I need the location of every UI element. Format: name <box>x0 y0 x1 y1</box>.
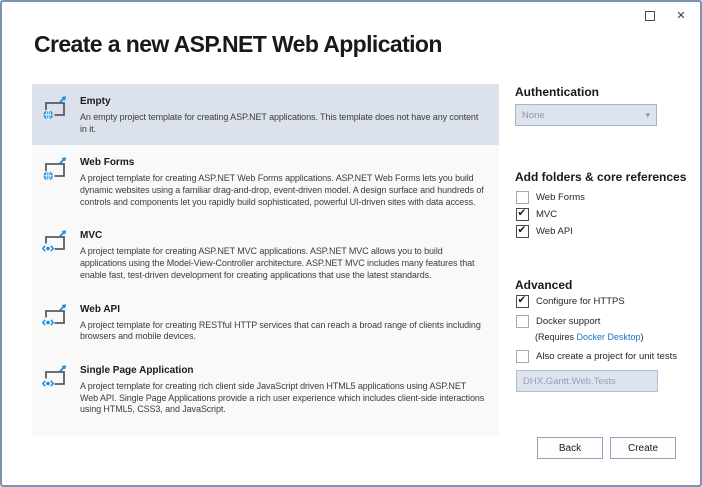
note-text: ) <box>641 332 644 342</box>
web-app-code-icon <box>42 230 68 256</box>
web-api-checkbox[interactable] <box>516 225 529 238</box>
mvc-checkbox[interactable] <box>516 208 529 221</box>
template-row-web-api[interactable]: Web API A project template for creating … <box>32 292 499 353</box>
template-list: Empty An empty project template for crea… <box>32 84 499 437</box>
configure-https-checkbox[interactable] <box>516 295 529 308</box>
web-forms-checkbox[interactable] <box>516 191 529 204</box>
unit-tests-checkbox[interactable] <box>516 350 529 363</box>
advanced-options: Configure for HTTPS Docker support (Requ… <box>516 295 698 392</box>
template-description: An empty project template for creating A… <box>80 112 485 135</box>
authentication-heading: Authentication <box>515 85 599 99</box>
web-app-code-icon <box>42 304 68 330</box>
template-description: A project template for creating rich cli… <box>80 381 485 416</box>
template-title: Empty <box>80 96 485 107</box>
dialog-buttons: Back Create <box>537 437 676 459</box>
docker-desktop-link[interactable]: Docker Desktop <box>577 332 641 342</box>
web-app-code-icon <box>42 365 68 391</box>
maximize-button[interactable] <box>643 9 657 23</box>
template-description: A project template for creating ASP.NET … <box>80 173 485 208</box>
template-title: Single Page Application <box>80 365 485 376</box>
checkbox-label: Configure for HTTPS <box>536 296 625 307</box>
template-row-web-forms[interactable]: Web Forms A project template for creatin… <box>32 145 499 218</box>
docker-support-checkbox[interactable] <box>516 315 529 328</box>
checkbox-row-mvc[interactable]: MVC <box>516 208 585 221</box>
checkbox-label: Docker support <box>536 316 600 327</box>
checkbox-label: Web Forms <box>536 192 585 203</box>
note-text: (Requires <box>535 332 577 342</box>
checkbox-row-web-api[interactable]: Web API <box>516 225 585 238</box>
checkbox-row-web-forms[interactable]: Web Forms <box>516 191 585 204</box>
checkbox-row-docker-support[interactable]: Docker support <box>516 315 698 328</box>
create-aspnet-dialog: ✕ Create a new ASP.NET Web Application E… <box>0 0 702 487</box>
close-button[interactable]: ✕ <box>674 9 688 23</box>
checkbox-label: Also create a project for unit tests <box>536 351 677 362</box>
folders-references-options: Web Forms MVC Web API <box>516 191 585 238</box>
template-description: A project template for creating RESTful … <box>80 320 485 343</box>
back-button[interactable]: Back <box>537 437 603 459</box>
template-row-mvc[interactable]: MVC A project template for creating ASP.… <box>32 218 499 291</box>
web-app-globe-icon <box>42 157 68 183</box>
template-description: A project template for creating ASP.NET … <box>80 246 485 281</box>
template-title: Web Forms <box>80 157 485 168</box>
unit-test-project-name-value: DHX.Gantt.Web.Tests <box>523 376 616 387</box>
template-title: Web API <box>80 304 485 315</box>
checkbox-label: Web API <box>536 226 573 237</box>
create-button[interactable]: Create <box>610 437 676 459</box>
template-row-empty[interactable]: Empty An empty project template for crea… <box>32 84 499 145</box>
checkbox-row-unit-tests[interactable]: Also create a project for unit tests <box>516 350 698 363</box>
template-row-single-page-application[interactable]: Single Page Application A project templa… <box>32 353 499 426</box>
authentication-dropdown: None ▾ <box>515 104 657 126</box>
checkbox-row-configure-https[interactable]: Configure for HTTPS <box>516 295 698 308</box>
page-title: Create a new ASP.NET Web Application <box>34 31 442 58</box>
docker-requirement-note: (Requires Docker Desktop) <box>535 332 698 342</box>
web-app-globe-icon <box>42 96 68 122</box>
template-title: MVC <box>80 230 485 241</box>
window-controls: ✕ <box>643 9 688 23</box>
checkbox-label: MVC <box>536 209 557 220</box>
chevron-down-icon: ▾ <box>645 110 650 121</box>
authentication-selected-value: None <box>522 110 645 121</box>
unit-test-project-name-field: DHX.Gantt.Web.Tests <box>516 370 658 392</box>
maximize-icon <box>645 11 655 21</box>
folders-references-heading: Add folders & core references <box>515 170 686 184</box>
advanced-heading: Advanced <box>515 278 572 292</box>
close-icon: ✕ <box>676 11 685 22</box>
